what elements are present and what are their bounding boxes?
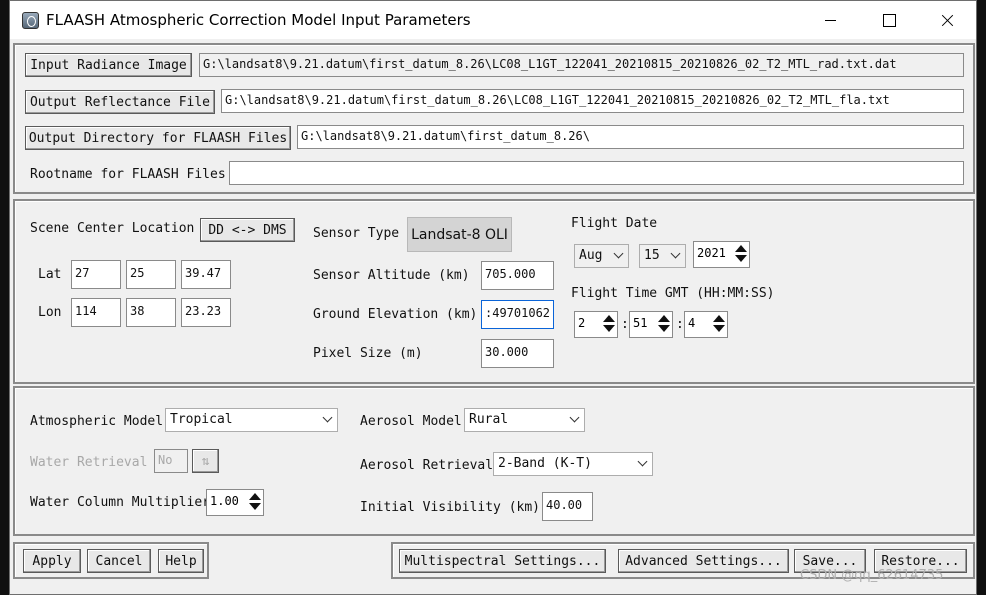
lat-label: Lat	[38, 267, 62, 282]
water-column-value: 1.00	[210, 494, 239, 508]
water-retrieval-label: Water Retrieval	[30, 455, 148, 470]
flight-date-label: Flight Date	[571, 216, 658, 231]
minimize-icon[interactable]	[807, 1, 853, 39]
rootname-field[interactable]	[229, 161, 964, 185]
spinner-arrows-icon[interactable]	[249, 493, 261, 512]
cancel-button[interactable]: Cancel	[87, 549, 151, 573]
input-radiance-field[interactable]: G:\landsat8\9.21.datum\first_datum_8.26\…	[199, 53, 964, 77]
close-icon[interactable]	[925, 1, 971, 39]
lon-label: Lon	[38, 305, 62, 320]
chevron-down-icon	[637, 456, 648, 467]
flight-ss-value: 4	[688, 316, 696, 330]
sensor-type-button[interactable]: Landsat-8 OLI	[407, 217, 512, 252]
flaash-dialog: FLAASH Atmospheric Correction Model Inpu…	[9, 0, 977, 595]
atmosphere-panel: Atmospheric Model Tropical Water Retriev…	[13, 386, 975, 536]
app-icon	[22, 12, 39, 29]
chevron-down-icon	[613, 248, 624, 259]
output-reflectance-button[interactable]: Output Reflectance File	[25, 90, 215, 114]
atmospheric-model-select[interactable]: Tropical	[165, 408, 338, 432]
aerosol-model-label: Aerosol Model	[360, 414, 462, 429]
flight-day-select[interactable]: 15	[639, 244, 686, 268]
spinner-arrows-icon[interactable]	[603, 315, 615, 334]
flight-month-select[interactable]: Aug	[574, 244, 629, 268]
sensor-altitude-field[interactable]: 705.000	[481, 261, 554, 290]
flight-month-value: Aug	[579, 248, 603, 263]
lon-minutes-field[interactable]: 38	[126, 298, 176, 327]
window-title: FLAASH Atmospheric Correction Model Inpu…	[46, 11, 471, 29]
aerosol-model-select[interactable]: Rural	[464, 408, 585, 432]
spinner-arrows-icon[interactable]	[658, 315, 670, 334]
water-column-label: Water Column Multiplier	[30, 495, 211, 510]
chevron-down-icon	[670, 248, 681, 259]
initial-visibility-label: Initial Visibility (km)	[360, 500, 541, 515]
time-separator: :	[621, 317, 629, 332]
file-panel: Input Radiance Image G:\landsat8\9.21.da…	[13, 43, 975, 194]
pixel-size-field[interactable]: 30.000	[481, 339, 554, 368]
dd-dms-button[interactable]: DD <-> DMS	[200, 218, 295, 242]
rootname-label: Rootname for FLAASH Files	[30, 167, 226, 182]
flight-year-spinner[interactable]: 2021	[693, 241, 750, 268]
lat-minutes-field[interactable]: 25	[126, 260, 176, 289]
advanced-settings-button[interactable]: Advanced Settings...	[618, 549, 789, 573]
flight-year-value: 2021	[697, 246, 726, 260]
flight-mm-spinner[interactable]: 51	[629, 311, 673, 338]
aerosol-retrieval-label: Aerosol Retrieval	[360, 458, 494, 473]
help-button[interactable]: Help	[158, 549, 204, 573]
flight-hh-spinner[interactable]: 2	[574, 311, 618, 338]
scene-center-label: Scene Center Location	[30, 221, 195, 236]
aerosol-model-value: Rural	[469, 412, 509, 427]
maximize-icon[interactable]	[866, 1, 912, 39]
water-column-spinner[interactable]: 1.00	[206, 489, 264, 516]
water-retrieval-field: No	[154, 449, 188, 473]
time-separator: :	[676, 317, 684, 332]
initial-visibility-field[interactable]: 40.00	[542, 492, 593, 521]
ground-elevation-label: Ground Elevation (km)	[313, 307, 478, 322]
spinner-arrows-icon[interactable]	[713, 315, 725, 334]
lon-degrees-field[interactable]: 114	[71, 298, 121, 327]
sort-toggle-icon: ⇅	[192, 449, 219, 473]
apply-button[interactable]: Apply	[23, 549, 81, 573]
footer-left-group: Apply Cancel Help	[13, 542, 209, 579]
atmospheric-model-label: Atmospheric Model	[30, 414, 164, 429]
atmospheric-model-value: Tropical	[170, 412, 233, 427]
lon-seconds-field[interactable]: 23.23	[181, 298, 231, 327]
multispectral-settings-button[interactable]: Multispectral Settings...	[399, 549, 606, 573]
ground-elevation-field[interactable]: :49701062	[481, 300, 554, 329]
flight-hh-value: 2	[578, 316, 586, 330]
output-directory-button[interactable]: Output Directory for FLAASH Files	[25, 126, 291, 150]
lat-seconds-field[interactable]: 39.47	[181, 260, 231, 289]
scene-panel: Scene Center Location DD <-> DMS Lat 27 …	[13, 199, 975, 384]
title-bar[interactable]: FLAASH Atmospheric Correction Model Inpu…	[10, 1, 976, 39]
chevron-down-icon	[569, 412, 580, 423]
pixel-size-label: Pixel Size (m)	[313, 346, 423, 361]
sensor-type-label: Sensor Type	[313, 226, 400, 241]
aerosol-retrieval-select[interactable]: 2-Band (K-T)	[493, 452, 653, 476]
spinner-arrows-icon[interactable]	[735, 245, 747, 264]
lat-degrees-field[interactable]: 27	[71, 260, 121, 289]
flight-ss-spinner[interactable]: 4	[684, 311, 728, 338]
output-directory-field[interactable]: G:\landsat8\9.21.datum\first_datum_8.26\	[297, 125, 964, 149]
sensor-altitude-label: Sensor Altitude (km)	[313, 268, 470, 283]
flight-day-value: 15	[644, 248, 660, 263]
output-reflectance-field[interactable]: G:\landsat8\9.21.datum\first_datum_8.26\…	[221, 89, 964, 113]
flight-time-label: Flight Time GMT (HH:MM:SS)	[571, 286, 775, 301]
flight-mm-value: 51	[633, 316, 648, 330]
aerosol-retrieval-value: 2-Band (K-T)	[498, 456, 592, 471]
chevron-down-icon	[322, 412, 333, 423]
input-radiance-button[interactable]: Input Radiance Image	[25, 53, 192, 77]
watermark: CSDN @qq_62614735	[800, 568, 944, 583]
